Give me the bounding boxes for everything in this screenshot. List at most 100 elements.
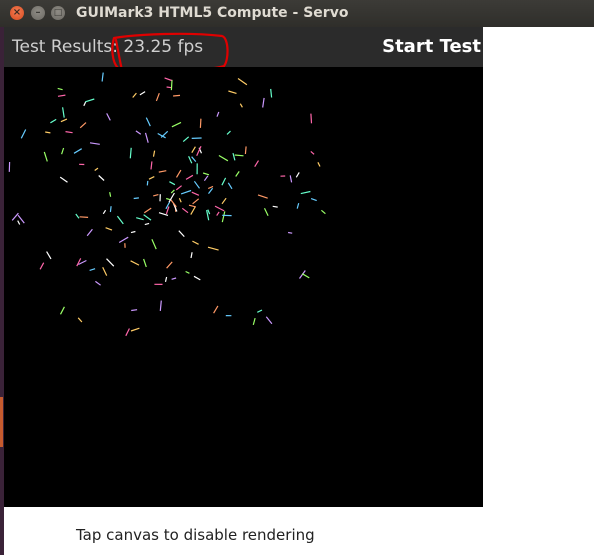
particle xyxy=(227,182,233,190)
particle xyxy=(85,98,95,103)
particle xyxy=(139,91,146,96)
render-canvas[interactable] xyxy=(4,67,483,507)
particle xyxy=(118,236,129,244)
particle xyxy=(265,316,273,325)
particle xyxy=(234,154,244,157)
particle xyxy=(102,267,108,276)
particle xyxy=(61,147,65,155)
particle xyxy=(94,167,99,171)
particle xyxy=(228,90,237,94)
particle xyxy=(136,217,144,221)
particle xyxy=(192,240,199,245)
particle xyxy=(207,209,211,215)
particle xyxy=(146,180,149,186)
particle xyxy=(272,205,278,208)
particle xyxy=(50,118,57,124)
test-header: Test Results: 23.25 fps Start Test xyxy=(4,27,483,67)
particle xyxy=(244,146,247,155)
particle xyxy=(178,230,185,238)
particle xyxy=(101,72,104,82)
particle xyxy=(105,227,113,231)
particle xyxy=(130,230,136,234)
particle xyxy=(182,136,190,143)
particle xyxy=(181,207,189,214)
particle xyxy=(95,280,101,286)
particle xyxy=(221,211,226,223)
close-window-button[interactable]: × xyxy=(10,6,24,20)
particle xyxy=(296,203,300,209)
particle xyxy=(43,151,48,162)
particle xyxy=(144,132,149,143)
particle xyxy=(235,171,240,177)
particle xyxy=(39,262,45,270)
particle xyxy=(130,260,140,266)
particle xyxy=(166,261,173,269)
particle xyxy=(57,94,66,97)
start-test-button[interactable]: Start Test xyxy=(382,36,481,57)
particle xyxy=(144,222,150,226)
particle xyxy=(45,131,51,134)
particle xyxy=(263,208,269,217)
particle xyxy=(221,177,227,186)
particle xyxy=(116,215,124,225)
particle xyxy=(152,150,156,157)
particle xyxy=(59,306,65,315)
particle xyxy=(135,130,142,135)
particle xyxy=(301,273,310,279)
particle xyxy=(125,328,130,337)
particle xyxy=(109,206,112,213)
particle xyxy=(287,231,293,234)
particle xyxy=(143,207,152,214)
particle xyxy=(216,111,220,117)
minimize-icon: – xyxy=(35,7,41,18)
particle xyxy=(77,317,83,323)
particle xyxy=(191,156,197,162)
particle xyxy=(289,175,293,183)
window-title: GUIMark3 HTML5 Compute - Servo xyxy=(76,5,349,21)
particle xyxy=(188,156,193,164)
particle xyxy=(257,309,263,313)
particle xyxy=(57,87,63,91)
particle xyxy=(131,309,138,312)
particle xyxy=(98,175,105,181)
particle xyxy=(46,251,52,260)
particle xyxy=(190,252,193,259)
particle xyxy=(20,129,27,139)
launcher-accent xyxy=(0,397,3,447)
particle xyxy=(207,246,219,251)
particle xyxy=(310,150,315,155)
minimize-window-button[interactable]: – xyxy=(31,6,45,20)
particle xyxy=(132,92,137,98)
particle xyxy=(79,122,87,129)
particle xyxy=(232,152,236,161)
particle xyxy=(213,305,219,314)
particle xyxy=(252,317,256,326)
particle xyxy=(188,204,197,208)
particle xyxy=(178,198,182,203)
particle xyxy=(73,148,83,154)
particle xyxy=(62,107,65,118)
particle xyxy=(102,209,107,215)
particle xyxy=(237,78,248,86)
particle xyxy=(191,146,196,154)
maximize-window-button[interactable]: □ xyxy=(51,6,65,20)
particle xyxy=(175,169,182,178)
particle xyxy=(193,180,200,189)
particle xyxy=(193,275,201,281)
particle xyxy=(133,197,139,200)
particle xyxy=(257,194,268,199)
particle xyxy=(180,189,192,195)
particle xyxy=(83,101,87,107)
particle xyxy=(166,86,172,89)
particle xyxy=(148,176,155,180)
particle xyxy=(216,211,220,216)
particle xyxy=(171,121,182,128)
particle xyxy=(208,187,214,194)
particle xyxy=(214,205,225,212)
particle xyxy=(164,77,172,82)
particle xyxy=(190,206,196,215)
particle xyxy=(202,172,210,176)
particle xyxy=(106,258,115,267)
particle xyxy=(129,147,132,159)
particle xyxy=(17,220,21,225)
